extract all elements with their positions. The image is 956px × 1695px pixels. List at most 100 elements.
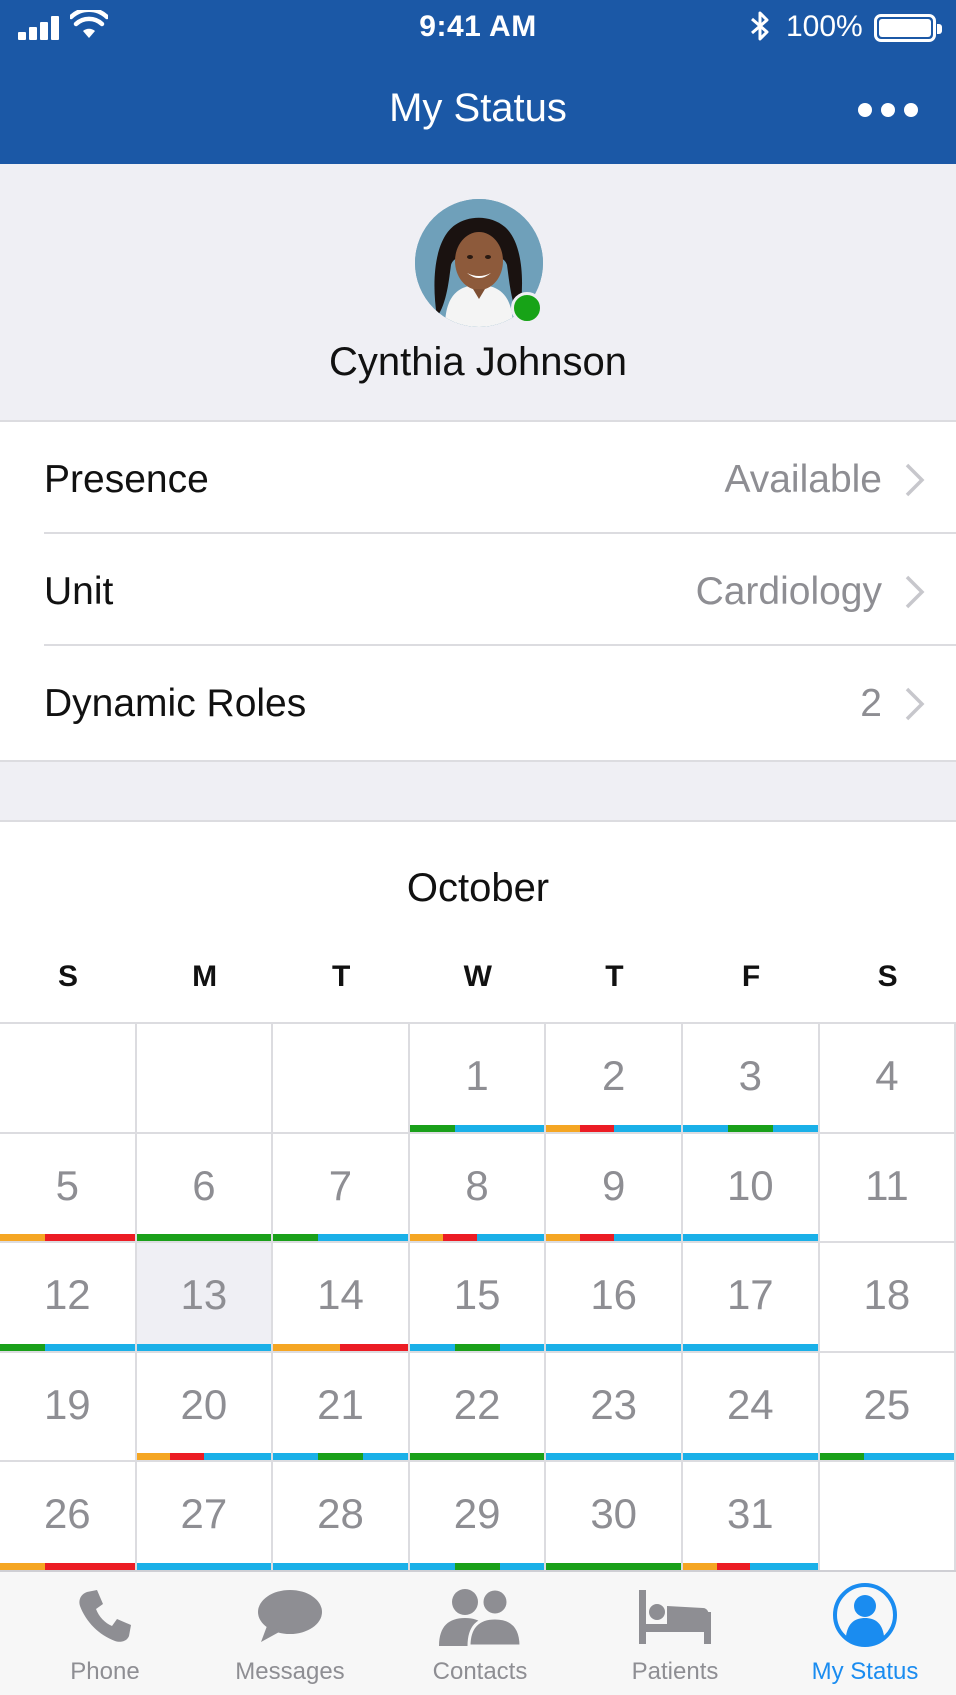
bluetooth-icon: [751, 11, 769, 41]
navigation-bar: 9:41 AM 100% My Status: [0, 0, 956, 164]
shift-indicator-bar: [136, 1234, 272, 1242]
calendar-day-5[interactable]: 5: [0, 1133, 137, 1244]
shift-segment-blue: [546, 1453, 681, 1461]
calendar-day-number: 17: [726, 1271, 774, 1319]
tab-bar: Phone Messages Contacts Patients My Stat…: [0, 1570, 956, 1695]
calendar-day-19[interactable]: 19: [0, 1352, 137, 1463]
calendar-day-12[interactable]: 12: [0, 1243, 137, 1353]
calendar-day-28[interactable]: 28: [273, 1462, 410, 1572]
shift-indicator-bar: [409, 1124, 545, 1132]
chevron-right-icon: [905, 463, 925, 497]
settings-row-unit[interactable]: Unit Cardiology: [0, 534, 956, 646]
calendar-empty-cell: [0, 1024, 137, 1134]
shift-segment-blue: [136, 1562, 272, 1570]
calendar-day-16[interactable]: 16: [546, 1243, 683, 1353]
shift-segment-blue: [499, 1562, 545, 1570]
shift-indicator-bar: [273, 1453, 408, 1461]
settings-row-presence[interactable]: Presence Available: [0, 422, 956, 534]
calendar-day-number: 29: [453, 1490, 501, 1538]
calendar-day-17[interactable]: 17: [683, 1243, 820, 1353]
shift-segment-orange: [0, 1562, 45, 1570]
shift-segment-green: [318, 1453, 363, 1461]
shift-segment-blue: [683, 1343, 818, 1351]
calendar-day-9[interactable]: 9: [546, 1133, 683, 1244]
battery-percentage: 100%: [786, 10, 863, 43]
weekday-label: W: [463, 960, 492, 993]
shift-segment-blue: [362, 1234, 408, 1242]
shift-segment-blue: [499, 1343, 545, 1351]
calendar-day-29[interactable]: 29: [409, 1462, 547, 1572]
calendar-day-24[interactable]: 24: [683, 1352, 820, 1463]
calendar-day-30[interactable]: 30: [546, 1462, 683, 1572]
messages-icon: [258, 1590, 322, 1642]
weekday-label: S: [877, 960, 898, 993]
calendar-day-10[interactable]: 10: [683, 1133, 820, 1244]
shift-segment-orange: [683, 1562, 717, 1570]
shift-segment-blue: [750, 1562, 784, 1570]
shift-segment-red: [170, 1453, 204, 1461]
page-title: My Status: [389, 86, 567, 130]
tab-messages[interactable]: Messages: [205, 1572, 375, 1695]
section-separator: [0, 760, 956, 822]
shift-segment-red: [44, 1562, 90, 1570]
calendar-day-6[interactable]: 6: [136, 1133, 274, 1244]
shift-segment-green: [409, 1124, 455, 1132]
calendar-day-7[interactable]: 7: [273, 1133, 410, 1244]
calendar-day-4[interactable]: 4: [819, 1024, 956, 1134]
shift-segment-blue: [89, 1343, 135, 1351]
calendar-day-20[interactable]: 20: [136, 1352, 274, 1463]
shift-segment-blue: [683, 1124, 728, 1132]
calendar-day-1[interactable]: 1: [409, 1024, 547, 1134]
calendar-day-number: 23: [590, 1380, 638, 1428]
tab-phone[interactable]: Phone: [20, 1572, 190, 1695]
calendar-day-8[interactable]: 8: [409, 1133, 547, 1244]
my-status-icon: [833, 1583, 897, 1647]
row-label: Dynamic Roles: [44, 682, 307, 725]
shift-segment-blue: [477, 1234, 511, 1242]
chevron-right-icon: [905, 575, 925, 609]
shift-segment-blue: [237, 1453, 272, 1461]
shift-segment-blue: [772, 1124, 818, 1132]
calendar-day-18[interactable]: 18: [819, 1243, 956, 1353]
calendar-day-15[interactable]: 15: [409, 1243, 547, 1353]
shift-indicator-bar: [409, 1234, 545, 1242]
more-options-button[interactable]: [858, 92, 918, 128]
calendar-day-3[interactable]: 3: [683, 1024, 820, 1134]
calendar-day-11[interactable]: 11: [819, 1133, 956, 1244]
calendar-day-14[interactable]: 14: [273, 1243, 410, 1353]
tab-contacts[interactable]: Contacts: [395, 1572, 565, 1695]
shift-indicator-bar: [273, 1234, 408, 1242]
presence-status-indicator: [511, 292, 543, 324]
shift-segment-orange: [0, 1234, 45, 1242]
calendar-day-number: 30: [590, 1490, 638, 1538]
shift-segment-blue: [510, 1234, 545, 1242]
shift-segment-red: [89, 1234, 135, 1242]
profile-header: Cynthia Johnson: [0, 164, 956, 422]
calendar-day-22[interactable]: 22: [409, 1352, 547, 1463]
calendar-day-13[interactable]: 13: [136, 1243, 274, 1353]
shift-indicator-bar: [819, 1453, 955, 1461]
tab-label: My Status: [811, 1658, 919, 1685]
calendar-day-number: 1: [465, 1052, 489, 1099]
calendar-day-2[interactable]: 2: [546, 1024, 683, 1134]
calendar-day-25[interactable]: 25: [819, 1352, 956, 1463]
tab-my-status[interactable]: My Status: [780, 1572, 950, 1695]
calendar-day-27[interactable]: 27: [136, 1462, 274, 1572]
shift-indicator-bar: [683, 1453, 818, 1461]
tab-patients[interactable]: Patients: [590, 1572, 760, 1695]
shift-segment-blue: [454, 1124, 500, 1132]
calendar-day-31[interactable]: 31: [683, 1462, 820, 1572]
shift-segment-green: [409, 1453, 545, 1461]
weekday-label: T: [605, 960, 624, 993]
calendar-day-21[interactable]: 21: [273, 1352, 410, 1463]
settings-row-dynamic-roles[interactable]: Dynamic Roles 2: [0, 646, 956, 758]
calendar-day-23[interactable]: 23: [546, 1352, 683, 1463]
calendar-day-number: 14: [317, 1271, 364, 1319]
shift-segment-orange: [546, 1234, 581, 1242]
shift-indicator-bar: [0, 1234, 135, 1242]
calendar-day-number: 6: [192, 1161, 216, 1209]
shift-indicator-bar: [136, 1453, 272, 1461]
calendar-day-26[interactable]: 26: [0, 1462, 137, 1572]
calendar-day-number: 26: [43, 1490, 91, 1538]
chevron-right-icon: [905, 687, 925, 721]
